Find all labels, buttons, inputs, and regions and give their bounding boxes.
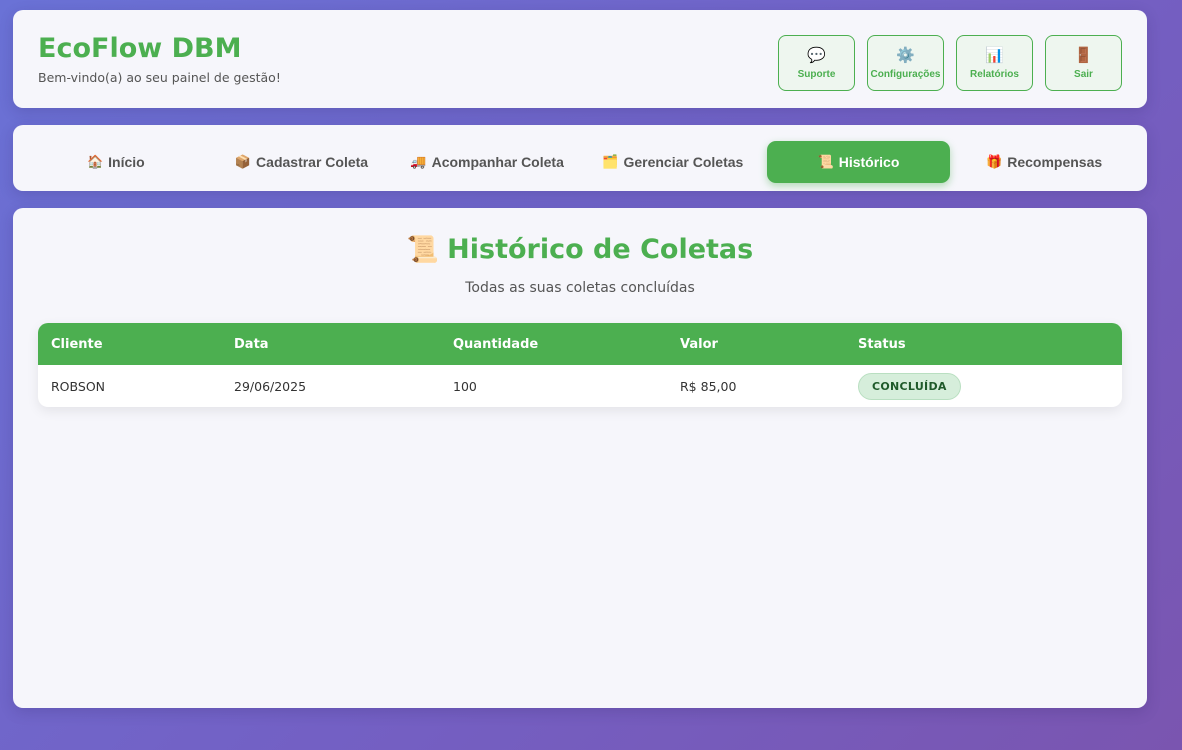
scroll-icon: 📜 xyxy=(406,235,440,265)
app-title: EcoFlow DBM xyxy=(38,33,242,64)
speech-bubble-icon: 💬 xyxy=(807,46,826,64)
cell-quantidade: 100 xyxy=(453,378,477,394)
bar-chart-icon: 📊 xyxy=(985,46,1004,64)
package-icon: 📦 xyxy=(234,154,252,169)
welcome-message: Bem-vindo(a) ao seu painel de gestão! xyxy=(38,70,281,85)
tab-label: Acompanhar Coleta xyxy=(431,154,564,170)
status-badge: CONCLUÍDA xyxy=(858,372,961,400)
column-header-valor: Valor xyxy=(667,323,845,365)
tab-recompensas[interactable]: 🎁 Recompensas xyxy=(953,141,1136,183)
door-icon: 🚪 xyxy=(1074,46,1093,64)
tab-label: Histórico xyxy=(838,154,900,170)
tab-inicio[interactable]: 🏠 Início xyxy=(24,141,207,183)
gear-icon: ⚙️ xyxy=(896,46,915,64)
reports-button[interactable]: 📊 Relatórios xyxy=(956,35,1033,91)
column-header-data: Data xyxy=(221,323,440,365)
tab-cadastrar-coleta[interactable]: 📦 Cadastrar Coleta xyxy=(210,141,393,183)
column-header-cliente: Cliente xyxy=(38,323,221,365)
header-card: EcoFlow DBM Bem-vindo(a) ao seu painel d… xyxy=(13,10,1147,108)
cell-cliente: ROBSON xyxy=(51,378,106,394)
tab-label: Recompensas xyxy=(1007,154,1103,170)
settings-button-label: Configurações xyxy=(870,68,941,80)
tab-acompanhar-coleta[interactable]: 🚚 Acompanhar Coleta xyxy=(396,141,579,183)
nav-tabs: 🏠 Início 📦 Cadastrar Coleta 🚚 Acompanhar… xyxy=(13,141,1147,183)
support-button-label: Suporte xyxy=(797,68,836,80)
column-header-quantidade: Quantidade xyxy=(440,323,667,365)
page-title-text: Histórico de Coletas xyxy=(447,234,754,265)
tab-label: Gerenciar Coletas xyxy=(623,154,744,170)
page-title: 📜 Histórico de Coletas xyxy=(13,234,1147,265)
page-subtitle: Todas as suas coletas concluídas xyxy=(465,280,695,296)
history-table: Cliente Data Quantidade Valor Status ROB… xyxy=(38,323,1122,407)
cell-data: 29/06/2025 xyxy=(234,378,307,394)
tab-label: Cadastrar Coleta xyxy=(256,154,369,170)
reports-button-label: Relatórios xyxy=(970,68,1019,80)
table-row: ROBSON 29/06/2025 100 R$ 85,00 CONCLUÍDA xyxy=(38,365,1122,407)
folder-icon: 🗂️ xyxy=(602,154,619,169)
logout-button[interactable]: 🚪 Sair xyxy=(1045,35,1122,91)
settings-button[interactable]: ⚙️ Configurações xyxy=(867,35,944,91)
tab-gerenciar-coletas[interactable]: 🗂️ Gerenciar Coletas xyxy=(581,141,764,183)
brand: EcoFlow DBM Bem-vindo(a) ao seu painel d… xyxy=(38,32,281,85)
logout-button-label: Sair xyxy=(1074,68,1093,80)
support-button[interactable]: 💬 Suporte xyxy=(778,35,855,91)
tab-label: Início xyxy=(108,154,145,170)
header-actions: 💬 Suporte ⚙️ Configurações 📊 Relatórios … xyxy=(778,35,1122,91)
table-header-row: Cliente Data Quantidade Valor Status xyxy=(38,323,1122,365)
column-header-status: Status xyxy=(845,323,1122,365)
nav-card: 🏠 Início 📦 Cadastrar Coleta 🚚 Acompanhar… xyxy=(13,125,1147,191)
cell-valor: R$ 85,00 xyxy=(680,378,737,394)
cell-status: CONCLUÍDA xyxy=(845,365,1122,407)
gift-icon: 🎁 xyxy=(986,154,1003,169)
house-icon: 🏠 xyxy=(86,154,104,169)
main-card: 📜 Histórico de Coletas Todas as suas cole… xyxy=(13,208,1147,708)
truck-icon: 🚚 xyxy=(410,154,427,169)
scroll-icon: 📜 xyxy=(817,154,834,169)
tab-historico[interactable]: 📜 Histórico xyxy=(766,141,950,183)
